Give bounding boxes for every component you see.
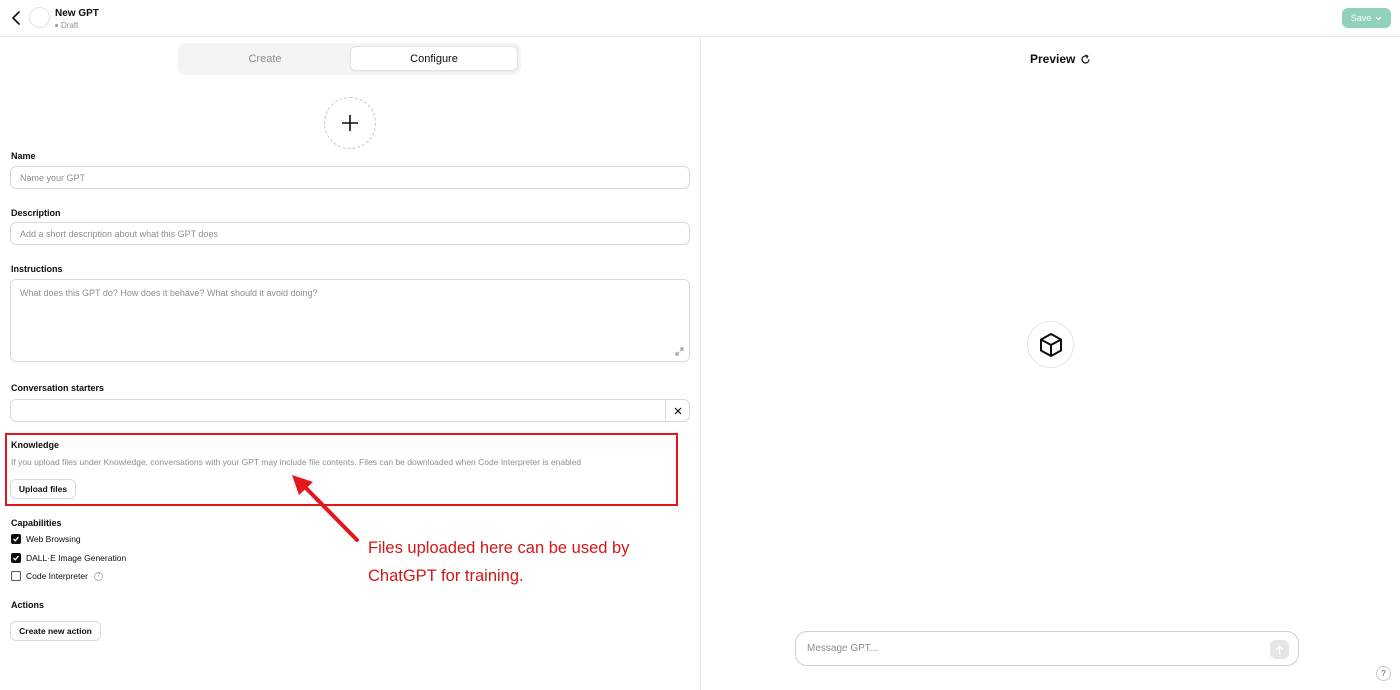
arrow-up-icon [1275, 644, 1284, 654]
capability-label: DALL·E Image Generation [26, 553, 127, 563]
conversation-starter-input[interactable] [10, 399, 690, 422]
status-text: Draft [61, 21, 79, 30]
back-arrow-icon[interactable] [9, 10, 23, 26]
top-bar: New GPT Draft Save [0, 0, 1400, 37]
checkbox-checked-icon[interactable] [11, 553, 21, 563]
close-icon [674, 407, 681, 414]
instructions-label: Instructions [11, 264, 63, 274]
tab-create[interactable]: Create [181, 46, 349, 71]
capability-web-browsing[interactable]: Web Browsing [11, 534, 81, 544]
help-icon[interactable]: ? [93, 571, 103, 581]
avatar-upload-button[interactable] [324, 97, 376, 149]
message-input[interactable]: Message GPT... [795, 631, 1299, 666]
capability-dalle[interactable]: DALL·E Image Generation [11, 553, 126, 563]
refresh-icon[interactable] [1080, 53, 1091, 65]
description-input[interactable]: Add a short description about what this … [10, 222, 690, 245]
annotation-arrow-icon [292, 475, 359, 542]
create-new-action-button[interactable]: Create new action [10, 621, 101, 641]
save-button[interactable]: Save [1342, 8, 1391, 28]
instructions-textarea[interactable]: What does this GPT do? How does it behav… [10, 279, 690, 362]
name-input[interactable]: Name your GPT [10, 166, 690, 189]
panel-divider [700, 37, 701, 690]
capability-code-interpreter[interactable]: Code Interpreter ? [11, 571, 103, 581]
gpt-placeholder-avatar [1027, 321, 1074, 368]
capability-label: Code Interpreter [26, 571, 88, 581]
starters-label: Conversation starters [11, 383, 105, 393]
preview-title: Preview [1030, 52, 1076, 66]
gpt-title: New GPT [55, 8, 99, 19]
cube-icon [1039, 332, 1062, 357]
preview-header: Preview [1030, 52, 1091, 66]
help-button[interactable]: ? [1376, 666, 1391, 681]
send-button[interactable] [1270, 640, 1289, 659]
plus-icon [342, 115, 358, 131]
annotation-text: Files uploaded here can be used by ChatG… [368, 539, 630, 585]
message-placeholder: Message GPT... [807, 643, 879, 654]
name-placeholder: Name your GPT [20, 172, 86, 183]
instructions-placeholder: What does this GPT do? How does it behav… [20, 288, 318, 298]
checkbox-checked-icon[interactable] [11, 534, 21, 544]
gpt-status: Draft [55, 21, 78, 30]
remove-starter-button[interactable] [665, 400, 689, 421]
capabilities-label: Capabilities [11, 518, 62, 528]
gpt-avatar [29, 7, 50, 28]
status-dot-icon [55, 24, 58, 27]
expand-icon[interactable] [675, 347, 684, 356]
mode-tabs: Create Configure [178, 43, 521, 75]
checkbox-unchecked-icon[interactable] [11, 571, 21, 581]
actions-label: Actions [11, 600, 45, 610]
description-label: Description [11, 208, 61, 218]
capability-label: Web Browsing [26, 534, 81, 544]
save-button-label: Save [1350, 13, 1372, 23]
chevron-down-icon [1375, 16, 1382, 20]
description-placeholder: Add a short description about what this … [20, 228, 218, 239]
tab-configure[interactable]: Configure [350, 46, 518, 71]
name-label: Name [11, 151, 36, 161]
